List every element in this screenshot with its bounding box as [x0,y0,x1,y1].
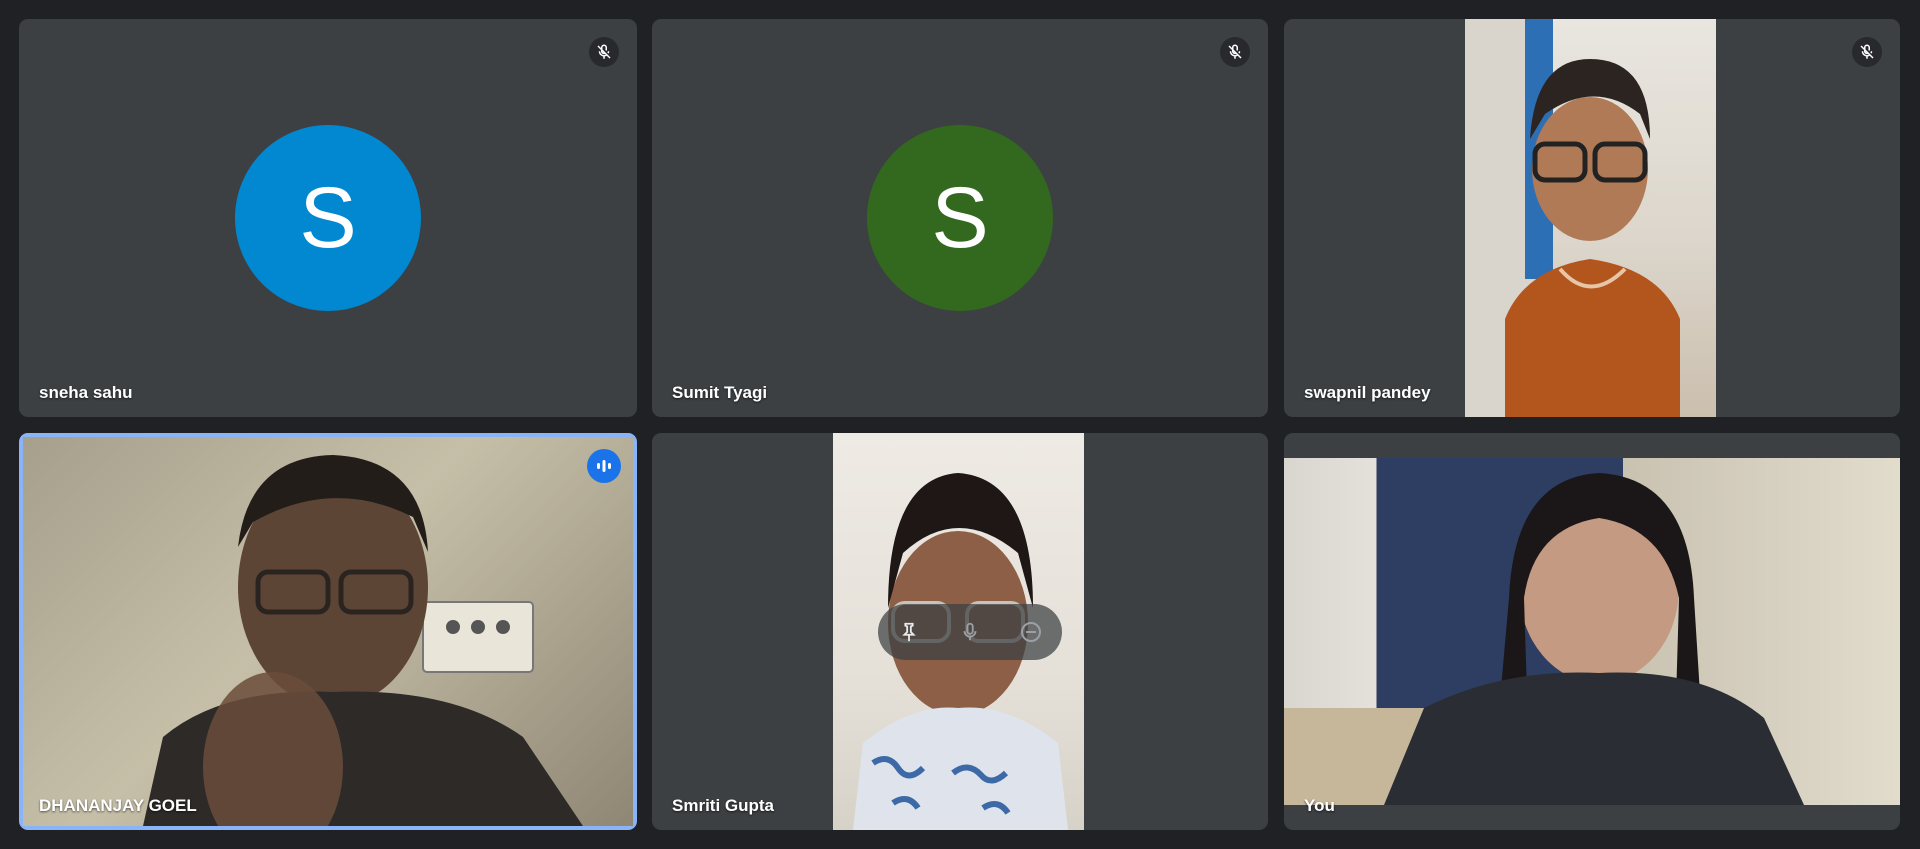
participant-name: Sumit Tyagi [672,383,768,402]
avatar: S [235,125,421,311]
mic-off-icon [1852,37,1882,67]
mic-off-icon [1220,37,1250,67]
participant-tile-sumit-tyagi[interactable]: S Sumit Tyagi [652,19,1268,417]
participant-video [1284,458,1900,805]
participant-tile-dhananjay-goel[interactable]: DHANANJAY GOEL [19,433,637,830]
pin-icon [901,622,916,642]
mute-participant-button[interactable] [950,612,990,652]
participant-name: swapnil pandey [1304,383,1431,402]
remove-participant-button[interactable] [1011,612,1051,652]
participant-video [1465,19,1716,417]
participant-name: You [1304,796,1335,815]
participant-name: sneha sahu [39,383,133,402]
avatar-initial: S [299,169,357,266]
mic-icon [963,622,977,641]
avatar: S [867,125,1053,311]
avatar-initial: S [931,169,989,266]
participant-tile-swapnil-pandey[interactable]: swapnil pandey [1284,19,1900,417]
tile-hover-controls [878,604,1062,660]
remove-icon [1021,622,1042,642]
audio-level-icon [587,449,621,483]
mic-off-icon [589,37,619,67]
participant-video [23,437,633,826]
participant-name: Smriti Gupta [672,796,775,815]
pin-button[interactable] [889,612,929,652]
participant-tile-you[interactable]: You [1284,433,1900,830]
participant-name: DHANANJAY GOEL [39,796,197,815]
participant-tile-sneha-sahu[interactable]: S sneha sahu [19,19,637,417]
